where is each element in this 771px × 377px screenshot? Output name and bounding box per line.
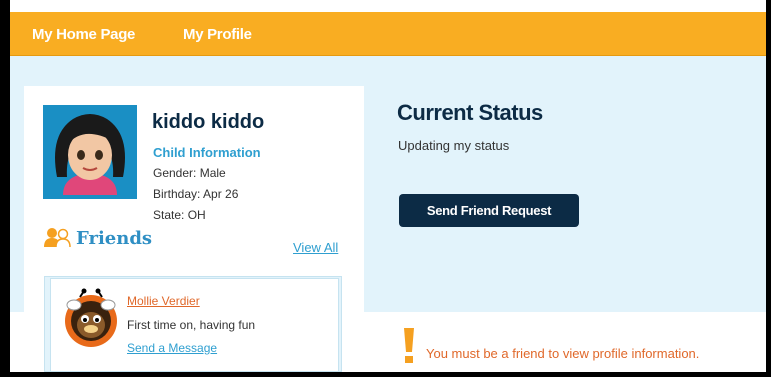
friend-name-link[interactable]: Mollie Verdier [127, 294, 200, 308]
frame-right-border [766, 0, 771, 377]
nav-home-link[interactable]: My Home Page [32, 26, 135, 43]
status-text: Updating my status [398, 138, 510, 153]
friends-heading: Friends [76, 228, 153, 249]
current-status-heading: Current Status [397, 100, 543, 125]
gender-value: Gender: Male [153, 166, 226, 180]
birthday-value: Birthday: Apr 26 [153, 187, 239, 201]
friends-icon [44, 227, 74, 248]
view-all-friends-link[interactable]: View All [293, 240, 338, 255]
top-nav-bar: My Home Page My Profile [10, 12, 766, 56]
frame-bottom-border [0, 372, 771, 377]
profile-name: kiddo kiddo [152, 111, 265, 133]
frame-left-border [0, 0, 10, 377]
state-value: State: OH [153, 208, 206, 222]
avatar [43, 105, 137, 199]
send-message-link[interactable]: Send a Message [127, 341, 217, 355]
friend-required-notice: You must be a friend to view profile inf… [426, 346, 700, 361]
nav-profile-link[interactable]: My Profile [183, 26, 252, 43]
child-info-heading: Child Information [153, 145, 261, 160]
send-friend-request-button[interactable]: Send Friend Request [399, 194, 579, 227]
exclamation-icon [402, 328, 416, 364]
bee-avatar-icon [62, 287, 120, 349]
friend-status-text: First time on, having fun [127, 318, 256, 332]
frame-top [0, 0, 771, 12]
